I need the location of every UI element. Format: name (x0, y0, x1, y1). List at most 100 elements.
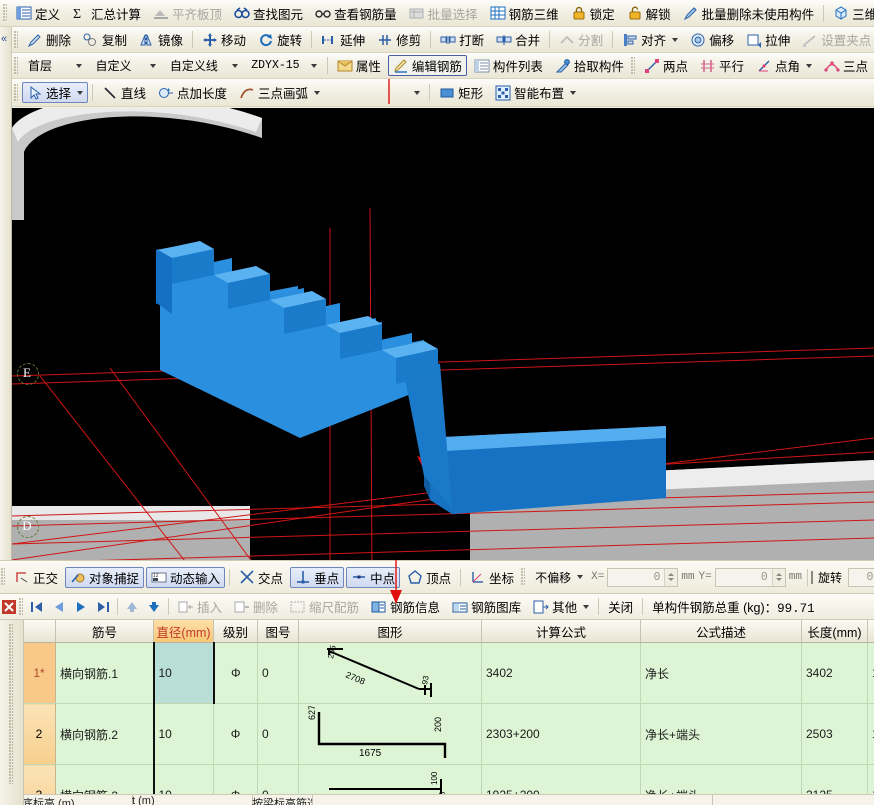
table-row[interactable]: 2横向钢筋.210Φ0 627 1675 200 2303+200净长+端头250314 (23, 703, 874, 765)
toolbar-grip[interactable] (3, 4, 7, 22)
toolbar-button-arc-icon[interactable]: 三点画弧 (234, 82, 325, 103)
toolbar-button-ortho-icon[interactable]: 正交 (9, 567, 63, 588)
toolbar-button-three-point-icon[interactable]: 三点 (819, 55, 873, 76)
chevron-down-icon[interactable] (583, 604, 590, 609)
toolbar-button-perpendicular-icon[interactable]: 垂点 (290, 566, 345, 588)
rotate-checkbox[interactable] (810, 570, 813, 584)
row-number[interactable]: 1* (23, 642, 56, 704)
toolbar-button-trim-icon[interactable]: 修剪 (372, 29, 426, 50)
toolbar-button-move-icon[interactable]: 移动 (197, 29, 251, 50)
combo-component-sub-dropdown[interactable] (226, 57, 240, 74)
cell-length[interactable]: 3402 (801, 642, 868, 704)
combo-component-type[interactable]: 自定义 (90, 56, 160, 75)
move-up-icon[interactable] (122, 598, 142, 616)
combo-component-type-dropdown[interactable] (145, 57, 159, 74)
rebar-shape-cell[interactable]: 627 1675 200 (298, 703, 482, 765)
rebar-shape-cell[interactable]: 255 2708 93 (298, 642, 482, 704)
toolbar-button-mirror-icon[interactable]: 镜像 (134, 29, 188, 50)
toolbar-button-line-icon[interactable]: 直线 (97, 82, 151, 103)
cell-name[interactable]: 横向钢筋.1 (55, 642, 154, 704)
y-input[interactable]: 0 (714, 567, 786, 587)
toolbar-button-intersection-icon[interactable]: 交点 (234, 567, 288, 588)
chevron-down-icon[interactable] (672, 37, 679, 42)
toolbar-button-rebar3d-icon[interactable]: 钢筋三维 (485, 3, 564, 24)
chevron-down-icon[interactable] (150, 63, 157, 68)
chevron-down-icon[interactable] (314, 90, 321, 95)
toolbar-button-rebar-info-icon[interactable]: 钢筋信息 (366, 596, 445, 617)
toolbar-button-cube-icon[interactable]: 三维 (828, 3, 874, 24)
toolbar-grip[interactable] (14, 83, 18, 102)
rebar-table[interactable]: 筋号直径(mm)级别图号图形计算公式公式描述长度(mm)根数 1*横向钢筋.11… (0, 620, 874, 805)
column-header-length[interactable]: 长度(mm) (801, 620, 868, 643)
toolbar-button-define-icon[interactable]: 定义 (11, 3, 65, 24)
toolbar-button-rebar-library-icon[interactable]: 钢筋图库 (447, 596, 526, 617)
cell-desc[interactable]: 净长 (640, 642, 802, 704)
column-header-tu[interactable]: 图号 (257, 620, 299, 643)
move-down-icon[interactable] (144, 598, 164, 616)
toolbar-grip[interactable] (19, 597, 23, 616)
rotate-input[interactable]: 0.000 (847, 567, 874, 587)
toolbar-button-dynamic-input-icon[interactable]: 12 动态输入 (146, 566, 226, 588)
toolbar-grip[interactable] (630, 56, 635, 75)
cell-name[interactable]: 横向钢筋.2 (55, 703, 154, 765)
column-header-shape[interactable]: 图形 (298, 620, 482, 643)
cell-grade[interactable]: Φ (213, 642, 258, 704)
combo-floor[interactable]: 首层 (23, 56, 86, 75)
toolbar-button-point-angle-icon[interactable]: 点角 (751, 55, 817, 76)
next-record-icon[interactable] (71, 598, 91, 616)
combo-floor-dropdown[interactable] (70, 57, 84, 74)
toolbar-button-sigma-icon[interactable]: Σ 汇总计算 (67, 3, 146, 24)
cell-diameter[interactable]: 10 (152, 703, 214, 765)
toolbar-button-coordinate-icon[interactable]: 坐标 (465, 567, 519, 588)
toolbar-button-stretch-icon[interactable]: 拉伸 (741, 29, 795, 50)
last-record-icon[interactable] (93, 598, 113, 616)
y-input-spinner[interactable] (771, 568, 785, 586)
toolbar-button-object-snap-icon[interactable]: 对象捕捉 (65, 566, 145, 588)
toolbar-button-extend-icon[interactable]: 延伸 (316, 29, 370, 50)
chevron-down-icon[interactable] (570, 90, 577, 95)
dock-expand-icon[interactable]: « (1, 33, 7, 45)
cell-grade[interactable]: Φ (213, 703, 258, 765)
column-header-rowno[interactable] (23, 620, 56, 643)
cell-count[interactable]: 14 (867, 703, 874, 765)
toolbar-grip[interactable] (14, 30, 18, 49)
column-header-desc[interactable]: 公式描述 (640, 620, 802, 643)
combo-component-name-dropdown[interactable] (306, 57, 320, 74)
first-record-icon[interactable] (27, 598, 47, 616)
toolbar-button-merge-icon[interactable]: 合并 (491, 29, 545, 50)
toolbar-button-rotate-icon[interactable]: 旋转 (253, 29, 307, 50)
toolbar-button-copy-icon[interactable]: 复制 (78, 29, 132, 50)
toolbar-button-properties-icon[interactable]: 属性 (332, 55, 386, 76)
toolbar-button-break-icon[interactable]: 打断 (435, 29, 489, 50)
toolbar-button-eyedropper-icon[interactable]: 拾取构件 (550, 55, 629, 76)
chevron-down-icon[interactable] (576, 575, 583, 579)
cell-formula[interactable]: 3402 (481, 642, 641, 704)
column-header-formula[interactable]: 计算公式 (481, 620, 641, 643)
chevron-down-icon[interactable] (805, 63, 812, 68)
toolbar-button-binocular-icon[interactable]: 查找图元 (229, 3, 308, 24)
column-header-name[interactable]: 筋号 (55, 620, 154, 643)
table-row[interactable]: 1*横向钢筋.110Φ02552708933402净长340214 (23, 642, 874, 704)
toolbar-button-smart-layout-icon[interactable]: 智能布置 (490, 82, 581, 103)
cell-count[interactable]: 14 (867, 642, 874, 704)
toolbar-grip[interactable] (14, 56, 18, 75)
cell-tu[interactable]: 0 (257, 642, 299, 704)
viewport-left-strip[interactable] (0, 108, 12, 560)
toolbar-button-align-icon[interactable]: 对齐 (617, 29, 683, 50)
chevron-down-icon[interactable] (311, 63, 318, 68)
chevron-down-icon[interactable] (231, 63, 238, 68)
combo-offset-mode-dropdown[interactable] (571, 569, 585, 586)
cell-length[interactable]: 2503 (801, 703, 868, 765)
toolbar-button-none[interactable]: 关闭 (603, 596, 638, 617)
toolbar-button-glasses-icon[interactable]: 查看钢筋量 (310, 3, 402, 24)
toolbar-button-cursor-icon[interactable]: 选择 (22, 82, 89, 103)
toolbar-button-parallel-icon[interactable]: 平行 (695, 55, 749, 76)
close-panel-button[interactable] (1, 598, 17, 616)
left-dock-strip[interactable]: « (0, 27, 12, 108)
toolbar-button-unlock-icon[interactable]: 解锁 (622, 3, 676, 24)
chevron-down-icon[interactable] (75, 63, 82, 68)
chevron-down-icon[interactable] (77, 90, 84, 95)
toolbar-grip[interactable] (521, 568, 526, 586)
prev-record-icon[interactable] (49, 598, 69, 616)
toolbar-button-point-length-icon[interactable]: 点加长度 (153, 82, 232, 103)
